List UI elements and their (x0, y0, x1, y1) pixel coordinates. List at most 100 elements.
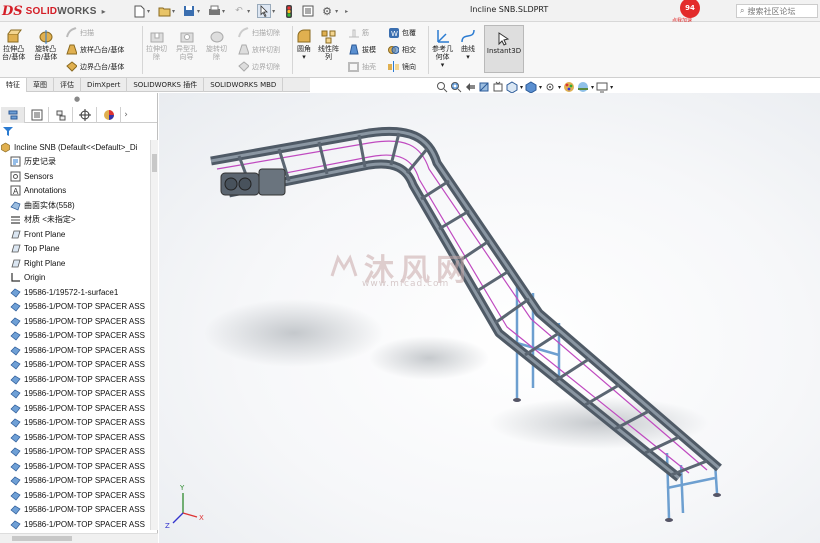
reference-geometry-button[interactable]: 参考几 何体 ▾ (432, 28, 453, 69)
linear-pattern-button[interactable]: 线性阵列 (318, 28, 339, 61)
tree-item[interactable]: 19586-1/POM-TOP SPACER ASS (10, 329, 145, 343)
tree-item[interactable]: 19586-1/POM-TOP SPACER ASS (10, 387, 145, 401)
more-icon[interactable]: ▸ (345, 8, 348, 15)
tree-item[interactable]: 19586-1/POM-TOP SPACER ASS (10, 459, 145, 473)
mirror-button[interactable]: 镜向 (388, 61, 416, 72)
scroll-thumb[interactable] (152, 154, 157, 172)
chevron-down-icon[interactable]: ▾ (147, 8, 150, 15)
display-style-icon[interactable] (525, 81, 537, 93)
chevron-down-icon[interactable]: ▾ (247, 8, 250, 15)
chevron-down-icon[interactable]: ▾ (591, 84, 594, 91)
draft-button[interactable]: 拔模 (348, 44, 376, 55)
hole-wizard-button[interactable]: 异型孔 向导 (176, 28, 197, 61)
tree-item[interactable]: A Annotations (10, 184, 66, 198)
intersect-button[interactable]: 相交 (388, 44, 416, 55)
chevron-down-icon[interactable]: ▾ (610, 84, 613, 91)
tree-item[interactable]: Top Plane (10, 242, 60, 256)
tree-item[interactable]: 19586-1/POM-TOP SPACER ASS (10, 430, 145, 444)
extrude-cut-button[interactable]: 拉伸切除 (146, 28, 167, 61)
select-arrow-icon[interactable] (257, 4, 272, 18)
open-folder-icon[interactable] (157, 4, 171, 18)
scroll-thumb[interactable] (12, 536, 72, 541)
tab-sketch[interactable]: 草图 (27, 78, 54, 92)
tree-horizontal-scrollbar[interactable] (0, 533, 158, 543)
tree-item[interactable]: 19586-1/POM-TOP SPACER ASS (10, 300, 145, 314)
tree-item[interactable]: 19586-1/POM-TOP SPACER ASS (10, 372, 145, 386)
previous-view-icon[interactable] (464, 81, 476, 93)
hide-show-items-icon[interactable] (544, 81, 556, 93)
tree-item[interactable]: 19586-1/POM-TOP SPACER ASS (10, 445, 145, 459)
tree-item[interactable]: Right Plane (10, 256, 65, 270)
view-orientation-icon[interactable] (506, 81, 518, 93)
tree-item[interactable]: 曲面实体(558) (10, 198, 75, 212)
configuration-manager-tab[interactable] (49, 106, 73, 123)
chevron-down-icon[interactable]: ▾ (197, 8, 200, 15)
loft-cut-button[interactable]: 放样切割 (238, 44, 280, 55)
save-icon[interactable] (182, 4, 196, 18)
graphics-viewport[interactable]: Y X Z (159, 93, 820, 543)
tree-item[interactable]: 19586-1/POM-TOP SPACER ASS (10, 314, 145, 328)
tab-evaluate[interactable]: 评估 (54, 78, 81, 92)
chevron-down-icon[interactable]: ▾ (272, 8, 275, 15)
tab-mbd[interactable]: SOLIDWORKS MBD (204, 78, 284, 92)
new-document-icon[interactable] (132, 4, 146, 18)
curves-button[interactable]: 曲线 ▾ (460, 28, 476, 61)
zoom-to-area-icon[interactable] (450, 81, 462, 93)
tree-vertical-scrollbar[interactable] (150, 140, 158, 530)
tab-features[interactable]: 特征 (0, 78, 27, 92)
instant3d-button[interactable]: Instant3D (484, 25, 524, 73)
shell-button[interactable]: 抽壳 (348, 61, 376, 72)
boundary-button[interactable]: 边界凸台/基体 (66, 61, 124, 72)
loft-button[interactable]: 放样凸台/基体 (66, 44, 124, 55)
chevron-right-icon[interactable]: ▸ (102, 7, 106, 16)
wrap-button[interactable]: W 包覆 (388, 27, 416, 38)
tree-item[interactable]: 19586-1/POM-TOP SPACER ASS (10, 343, 145, 357)
sweep-cut-button[interactable]: 扫描切除 (238, 27, 280, 38)
revolve-boss-button[interactable]: 旋转凸 台/基体 (34, 28, 57, 61)
chevron-down-icon[interactable]: ▾ (520, 84, 523, 91)
chevron-down-icon[interactable]: ▾ (558, 84, 561, 91)
view-settings-icon[interactable] (596, 81, 608, 93)
extrude-boss-button[interactable]: 拉伸凸 台/基体 (2, 28, 25, 61)
undo-icon[interactable]: ↶ (232, 4, 246, 18)
traffic-light-icon[interactable] (282, 4, 296, 18)
property-manager-tab[interactable] (25, 106, 49, 123)
section-view-icon[interactable] (478, 81, 490, 93)
speed-badge[interactable]: 94 点我加速 (670, 0, 700, 24)
display-manager-tab[interactable] (97, 106, 121, 123)
tree-item[interactable]: Front Plane (10, 227, 65, 241)
filter-icon[interactable] (3, 126, 13, 136)
tree-item[interactable]: 19586-1/19572-1-surface1 (10, 285, 118, 299)
rib-button[interactable]: 筋 (348, 27, 369, 38)
print-icon[interactable] (207, 4, 221, 18)
tree-item[interactable]: 19586-1/POM-TOP SPACER ASS (10, 517, 145, 530)
dynamic-annotation-icon[interactable] (492, 81, 504, 93)
chevron-down-icon[interactable]: ▾ (335, 8, 338, 15)
chevron-right-icon[interactable]: › (121, 110, 131, 120)
solidworks-logo[interactable]: DS SOLIDWORKS ▸ (2, 2, 106, 20)
tree-item[interactable]: Sensors (10, 169, 53, 183)
boundary-cut-button[interactable]: 边界切除 (238, 61, 280, 72)
search-input[interactable]: ⌕ 搜索社区论坛 (736, 4, 818, 18)
chevron-down-icon[interactable]: ▾ (172, 8, 175, 15)
file-properties-icon[interactable] (301, 4, 315, 18)
tree-item[interactable]: 19586-1/POM-TOP SPACER ASS (10, 416, 145, 430)
tree-item[interactable]: 19586-1/POM-TOP SPACER ASS (10, 358, 145, 372)
tree-root-part[interactable]: Incline SNB (Default<<Default>_Di (0, 140, 137, 154)
tree-item[interactable]: Origin (10, 271, 45, 285)
revolve-cut-button[interactable]: 旋转切除 (206, 28, 227, 61)
panel-splitter-dot[interactable]: ● (74, 95, 80, 103)
dimxpert-manager-tab[interactable] (73, 106, 97, 123)
tree-item[interactable]: 历史记录 (10, 155, 56, 169)
edit-appearance-icon[interactable] (563, 81, 575, 93)
fillet-button[interactable]: 圆角 ▾ (296, 28, 312, 61)
chevron-down-icon[interactable]: ▾ (222, 8, 225, 15)
tree-item[interactable]: 材质 <未指定> (10, 213, 76, 227)
tab-addins[interactable]: SOLIDWORKS 插件 (127, 78, 205, 92)
zoom-to-fit-icon[interactable] (436, 81, 448, 93)
feature-manager-tab[interactable] (1, 106, 25, 123)
incline-conveyor-model[interactable]: Y X Z (159, 93, 820, 543)
tree-item[interactable]: 19586-1/POM-TOP SPACER ASS (10, 488, 145, 502)
tree-item[interactable]: 19586-1/POM-TOP SPACER ASS (10, 474, 145, 488)
tree-item[interactable]: 19586-1/POM-TOP SPACER ASS (10, 401, 145, 415)
